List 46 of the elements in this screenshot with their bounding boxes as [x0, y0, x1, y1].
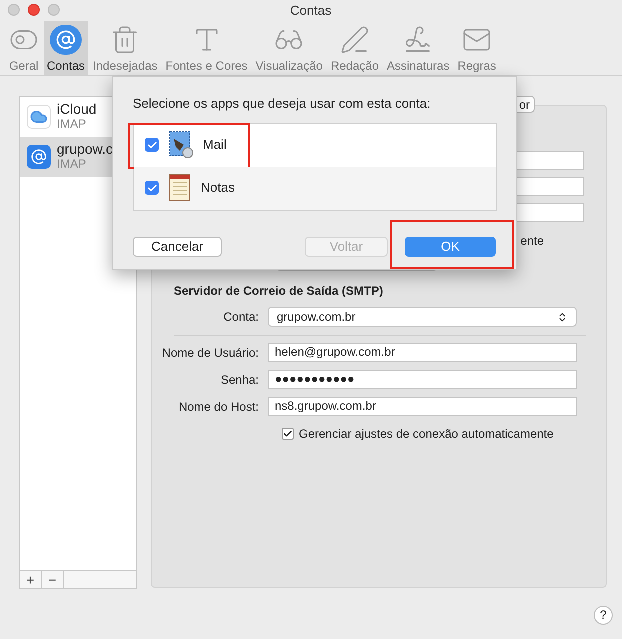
help-button[interactable]: ?: [594, 606, 613, 625]
dialog-button[interactable]: Cancelar: [133, 236, 222, 256]
field-label: Nome de Usuário:: [161, 344, 260, 362]
account-name: grupow.c: [57, 142, 114, 157]
app-name: Mail: [203, 136, 227, 154]
pen-icon: [340, 25, 370, 55]
at-sign-icon: [50, 25, 82, 55]
toolbar-tab[interactable]: Redação: [328, 21, 382, 75]
checkbox-label: Gerenciar ajustes de conexão automaticamente: [299, 426, 554, 443]
checkbox[interactable]: [145, 181, 159, 195]
toolbar-tab[interactable]: Fontes e Cores: [162, 21, 251, 75]
cloud-icon: [27, 105, 51, 129]
account-select[interactable]: grupow.com.br: [268, 307, 577, 327]
checkbox[interactable]: [282, 428, 294, 440]
check-icon: [146, 140, 158, 150]
checkbox[interactable]: [145, 138, 159, 152]
at-sign-icon: [27, 145, 51, 169]
option-label: ente: [520, 233, 544, 250]
check-icon: [283, 429, 293, 439]
account-type: IMAP: [57, 157, 88, 172]
toolbar-tab[interactable]: Assinaturas: [384, 21, 453, 75]
toolbar-tab[interactable]: Regras: [454, 21, 500, 75]
field-label: Conta:: [222, 309, 260, 326]
toolbar-tab[interactable]: Contas: [44, 21, 88, 75]
app-name: Notas: [201, 179, 235, 198]
remove-button[interactable]: −: [42, 571, 64, 588]
notepad-icon: [168, 173, 192, 203]
check-icon: [146, 182, 158, 194]
app-row[interactable]: Notas: [134, 166, 496, 210]
chevrons-icon: [557, 312, 568, 322]
input-field[interactable]: ns8.grupow.com.br: [268, 397, 577, 416]
input-field[interactable]: ●●●●●●●●●●●: [268, 370, 577, 389]
input-field[interactable]: helen@grupow.com.br: [268, 343, 577, 362]
close-button[interactable]: [28, 4, 40, 16]
sheet-prompt: Selecione os apps que deseja usar com esta conta:: [133, 95, 432, 113]
section-heading: Servidor de Correio de Saída (SMTP): [174, 283, 384, 300]
account-name: iCloud: [57, 102, 97, 117]
account-type: IMAP: [57, 117, 88, 132]
window-title: Contas: [290, 2, 332, 20]
add-button[interactable]: +: [20, 571, 42, 588]
toolbar-tab[interactable]: Visualização: [252, 21, 326, 75]
field-label: Senha:: [220, 372, 260, 388]
field-label: Nome do Host:: [178, 398, 260, 416]
toolbar-tab[interactable]: Geral: [6, 21, 42, 75]
toolbar-tab[interactable]: Indesejadas: [90, 21, 161, 75]
stamp-icon: [168, 131, 194, 159]
